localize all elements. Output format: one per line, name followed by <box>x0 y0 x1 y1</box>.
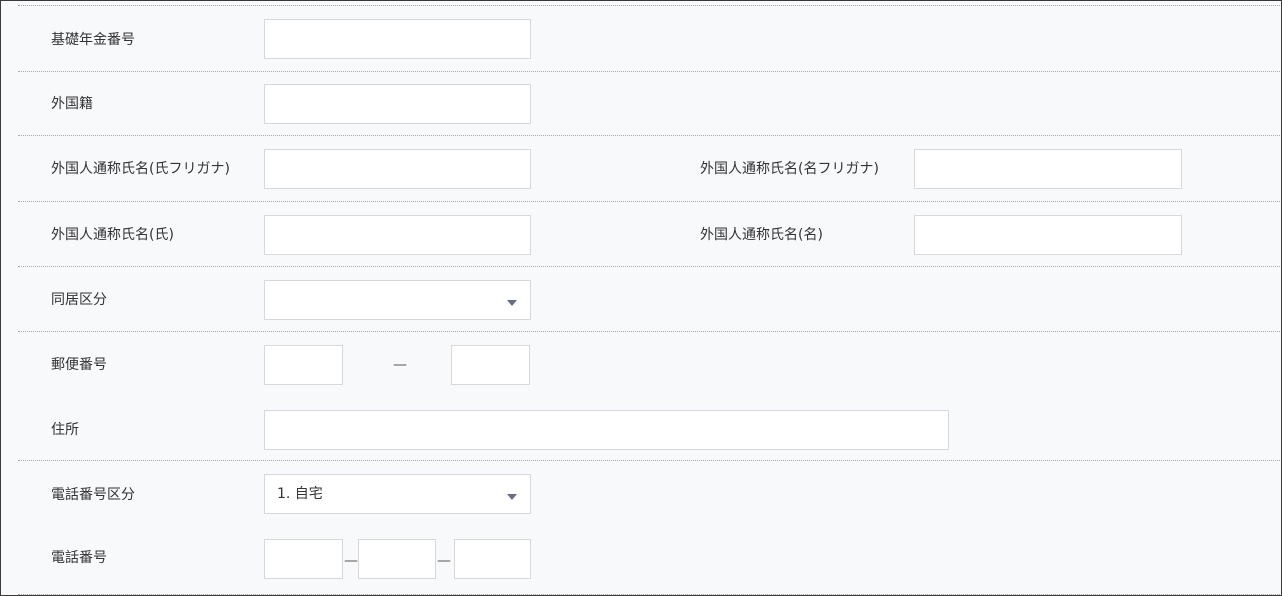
phone-type-select[interactable]: 1. 自宅 <box>264 474 531 514</box>
alias-surname-kana-label: 外国人通称氏名(氏フリガナ) <box>51 161 230 177</box>
phone-number-separator-2: — <box>437 553 451 569</box>
row-basic-pension-number: 基礎年金番号 <box>18 5 1281 72</box>
cohabitation-select[interactable] <box>264 280 531 320</box>
alias-given-input[interactable] <box>914 215 1182 255</box>
row-phone: 電話番号区分 1. 自宅 電話番号 — — <box>18 460 1281 595</box>
phone-type-label: 電話番号区分 <box>51 487 135 503</box>
address-label: 住所 <box>51 422 79 438</box>
phone-number-separator-1: — <box>344 553 358 569</box>
postal-code-first-input[interactable] <box>264 345 343 385</box>
postal-code-separator: — <box>393 357 407 373</box>
basic-pension-number-input[interactable] <box>264 19 531 59</box>
row-alias-name: 外国人通称氏名(氏) 外国人通称氏名(名) <box>18 201 1281 267</box>
person-detail-form: 基礎年金番号 外国籍 外国人通称氏名(氏フリガナ) 外国人通称氏名(名フリガナ)… <box>0 0 1282 596</box>
alias-surname-input[interactable] <box>264 215 531 255</box>
phone-number-label: 電話番号 <box>51 550 107 566</box>
postal-code-second-input[interactable] <box>451 345 530 385</box>
phone-type-selected-value: 1. 自宅 <box>277 486 323 502</box>
cohabitation-label: 同居区分 <box>51 292 107 308</box>
row-alias-kana: 外国人通称氏名(氏フリガナ) 外国人通称氏名(名フリガナ) <box>18 135 1281 202</box>
phone-number-third-input[interactable] <box>454 539 531 579</box>
nationality-input[interactable] <box>264 84 531 124</box>
phone-number-first-input[interactable] <box>264 539 343 579</box>
chevron-down-icon <box>507 494 517 500</box>
row-nationality: 外国籍 <box>18 71 1281 136</box>
basic-pension-number-label: 基礎年金番号 <box>51 32 135 48</box>
address-input[interactable] <box>264 410 949 450</box>
nationality-label: 外国籍 <box>51 96 93 112</box>
alias-surname-label: 外国人通称氏名(氏) <box>51 227 174 243</box>
row-cohabitation: 同居区分 <box>18 266 1281 332</box>
bottom-divider <box>18 594 1281 595</box>
phone-number-second-input[interactable] <box>358 539 436 579</box>
row-postal-address: 郵便番号 — 住所 <box>18 331 1281 461</box>
alias-surname-kana-input[interactable] <box>264 149 531 189</box>
alias-given-kana-input[interactable] <box>914 149 1182 189</box>
alias-given-label: 外国人通称氏名(名) <box>700 227 823 243</box>
chevron-down-icon <box>507 300 517 306</box>
alias-given-kana-label: 外国人通称氏名(名フリガナ) <box>700 161 879 177</box>
postal-code-label: 郵便番号 <box>51 357 107 373</box>
